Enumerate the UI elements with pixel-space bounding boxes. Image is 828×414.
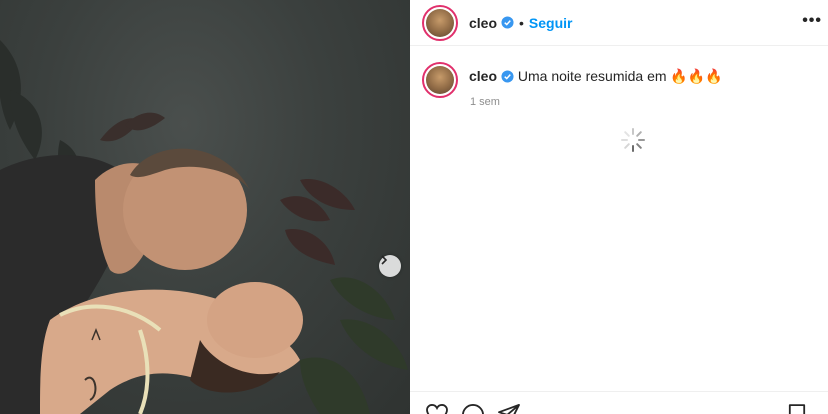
avatar[interactable] xyxy=(422,4,458,41)
bookmark-icon[interactable] xyxy=(788,404,806,414)
post-header: cleo • Seguir ••• xyxy=(410,0,828,46)
follow-button[interactable]: Seguir xyxy=(529,15,573,31)
caption-emoji: 🔥🔥🔥 xyxy=(670,68,723,84)
caption-body: Uma noite resumida em xyxy=(517,68,667,84)
verified-badge-icon xyxy=(501,70,514,83)
caption-avatar[interactable] xyxy=(422,62,458,98)
post-actions xyxy=(410,391,828,414)
loading-spinner-icon xyxy=(621,128,645,152)
heart-icon[interactable] xyxy=(426,404,448,414)
share-icon[interactable] xyxy=(498,404,520,414)
caption-username[interactable]: cleo xyxy=(469,68,497,84)
post-timestamp[interactable]: 1 sem xyxy=(470,96,500,108)
caption-text: cleo Uma noite resumida em 🔥🔥🔥 xyxy=(469,62,723,98)
comment-icon[interactable] xyxy=(462,404,484,414)
post-side-panel: cleo • Seguir ••• cleo Uma noite resumid… xyxy=(410,0,828,414)
caption: cleo Uma noite resumida em 🔥🔥🔥 xyxy=(422,62,822,98)
separator-dot: • xyxy=(519,14,524,31)
more-options-button[interactable]: ••• xyxy=(802,12,822,30)
post-username[interactable]: cleo xyxy=(469,15,497,31)
photo-illustration xyxy=(0,40,408,414)
post-photo[interactable] xyxy=(0,0,410,414)
next-photo-button[interactable] xyxy=(379,255,401,277)
verified-badge-icon xyxy=(501,16,514,29)
chevron-right-icon xyxy=(381,255,388,265)
